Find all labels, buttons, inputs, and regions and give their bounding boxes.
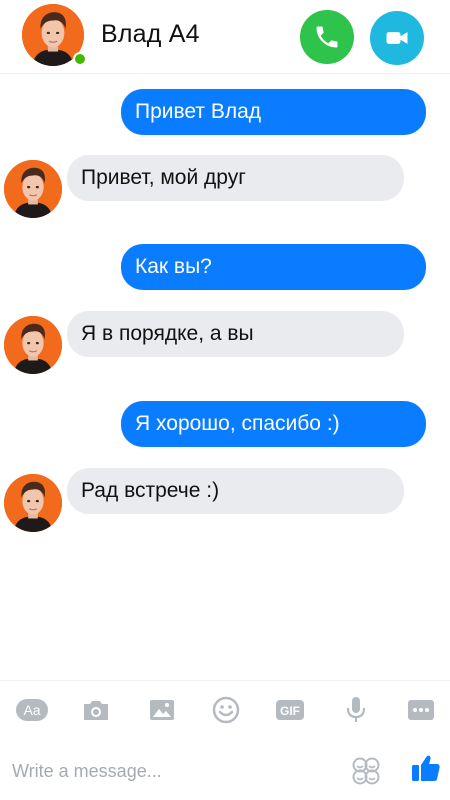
voice-message-button[interactable] [341,695,371,725]
message-input[interactable] [12,756,332,786]
gif-icon: GIF [276,700,304,720]
message-text: Привет, мой друг [81,166,246,189]
image-icon [150,700,174,720]
video-camera-icon [386,32,408,44]
thumbs-up-icon [412,755,440,781]
text-format-label: Aa [23,702,40,718]
outgoing-message[interactable]: Привет Влад [121,89,426,135]
sticker-button[interactable] [351,756,381,786]
message-text: Привет Влад [135,100,262,123]
phone-icon [316,26,338,48]
sender-avatar [4,160,62,218]
voice-call-button[interactable] [300,10,354,64]
text-format-button[interactable]: Aa [15,695,49,725]
incoming-message[interactable]: Привет, мой друг [67,155,404,201]
text-format-icon: Aa [16,699,48,721]
compose-area [0,736,450,800]
contact-name[interactable]: Влад А4 [101,20,200,49]
like-button[interactable] [410,752,442,784]
online-status-indicator [73,52,87,66]
message-text: Я в порядке, а вы [81,322,254,345]
sender-avatar [4,474,62,532]
more-icon [408,700,434,720]
sender-avatar [4,316,62,374]
emoji-button[interactable] [211,695,241,725]
outgoing-message[interactable]: Как вы? [121,244,426,290]
composer-toolbar: Aa GIF [0,680,450,736]
emoji-icon [212,696,240,724]
message-text: Как вы? [135,255,212,278]
incoming-message[interactable]: Я в порядке, а вы [67,311,404,357]
gif-button[interactable]: GIF [275,695,305,725]
incoming-message[interactable]: Рад встрече :) [67,468,404,514]
video-call-button[interactable] [370,11,424,65]
chat-header: Влад А4 [0,0,450,74]
camera-button[interactable] [81,695,111,725]
more-options-button[interactable] [406,695,436,725]
sticker-icon [352,757,380,785]
gif-label: GIF [280,704,300,718]
image-button[interactable] [147,695,177,725]
outgoing-message[interactable]: Я хорошо, спасибо :) [121,401,426,447]
camera-icon [84,701,108,720]
microphone-icon [346,697,366,722]
message-text: Я хорошо, спасибо :) [135,412,340,435]
message-text: Рад встрече :) [81,479,220,502]
